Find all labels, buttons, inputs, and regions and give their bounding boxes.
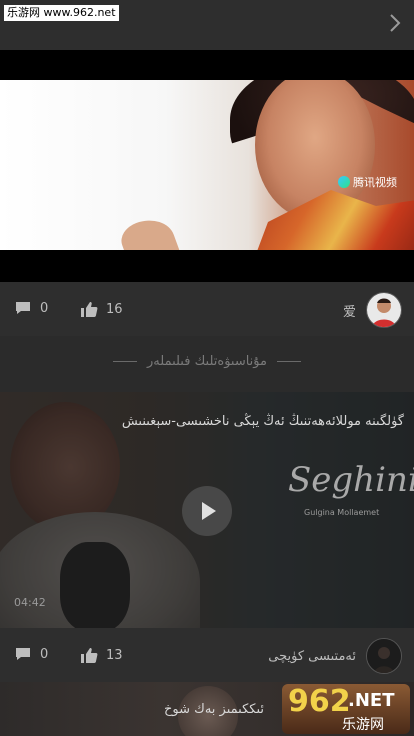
divider-right [276, 361, 301, 362]
avatar[interactable] [366, 292, 402, 328]
tencent-video-logo-text: 腾讯视频 [353, 176, 397, 189]
author-1[interactable]: 爱 [343, 292, 402, 328]
comment-count-value: 0 [40, 300, 49, 316]
related-section: مۇناسىۋەتلىك فىلىملەر [0, 336, 414, 392]
video-frame-hand [116, 212, 180, 250]
video-title: ئىككىمىز بەك شوخ [163, 702, 264, 717]
badge-site: 乐游网 [342, 717, 384, 733]
thumbs-up-icon [81, 648, 98, 663]
video-brand: Seghinis [288, 460, 414, 500]
like-count-2[interactable]: 13 [80, 646, 123, 664]
comment-count-value: 0 [40, 646, 49, 662]
video-duration: 04:42 [14, 596, 46, 609]
thumbs-up-icon [81, 302, 98, 317]
section-title: مۇناسىۋەتلىك فىلىملەر [0, 354, 414, 369]
site-watermark: 乐游网 www.962.net [4, 5, 119, 21]
post-stats-2: 0 13 ئەمتىسى كۈيچى [0, 628, 414, 682]
play-icon[interactable] [182, 486, 232, 536]
top-bar: 乐游网 www.962.net [0, 0, 414, 50]
comment-icon [16, 648, 30, 660]
comment-count-1[interactable]: 0 [14, 300, 48, 316]
author-2[interactable]: ئەمتىسى كۈيچى [268, 638, 402, 674]
tencent-video-logo: 腾讯视频 [338, 174, 397, 190]
site-logo-badge: 962 .NET 乐游网 [282, 684, 410, 734]
divider-left [113, 361, 138, 362]
comment-icon [16, 302, 30, 314]
like-count-value: 13 [106, 647, 123, 663]
post-stats-1: 0 16 爱 [0, 282, 414, 336]
badge-net: .NET [348, 690, 395, 711]
video-brand-sub: Gulgina Mollaemet [304, 508, 380, 517]
tencent-video-icon [338, 176, 350, 188]
video-title: گۈلگىنە موللائەھەتنىڭ ئەڭ يېڭى ناخشىسى-س… [121, 414, 404, 429]
video-frame-1[interactable]: 腾讯视频 [0, 80, 414, 250]
chevron-right-icon[interactable] [388, 12, 402, 34]
like-count-1[interactable]: 16 [80, 300, 123, 318]
avatar[interactable] [366, 638, 402, 674]
comment-count-2[interactable]: 0 [14, 646, 48, 662]
section-title-text: مۇناسىۋەتلىك فىلىملەر [147, 354, 267, 369]
author-name: 爱 [342, 304, 356, 320]
video-card-2[interactable]: گۈلگىنە موللائەھەتنىڭ ئەڭ يېڭى ناخشىسى-س… [0, 392, 414, 628]
like-count-value: 16 [106, 301, 123, 317]
author-name: ئەمتىسى كۈيچى [268, 648, 356, 664]
